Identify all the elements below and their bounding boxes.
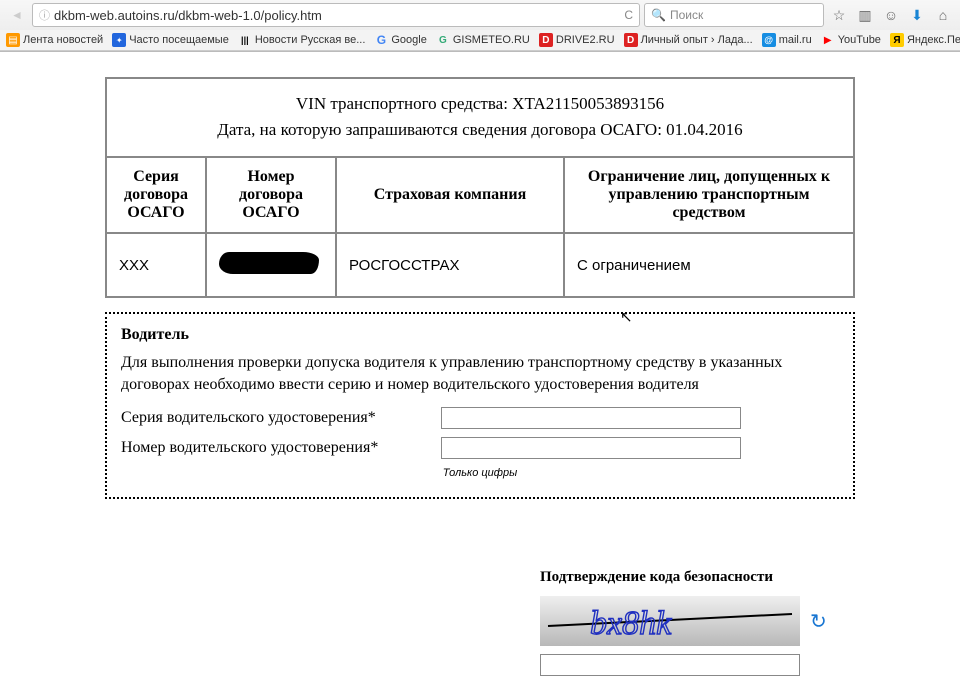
home-icon[interactable]: ⌂ xyxy=(932,4,954,26)
col-series: Серия договора ОСАГО xyxy=(106,157,206,233)
gismeteo-icon: G xyxy=(436,33,450,47)
url-text: dkbm-web.autoins.ru/dkbm-web-1.0/policy.… xyxy=(54,8,322,23)
bookmark-drive2[interactable]: DDRIVE2.RU xyxy=(539,33,615,47)
col-number: Номер договора ОСАГО xyxy=(206,157,336,233)
bookmark-mailru[interactable]: @mail.ru xyxy=(762,33,812,47)
captcha-section: Подтверждение кода безопасности bx8hk ↻ xyxy=(540,569,850,676)
captcha-input[interactable] xyxy=(540,654,800,676)
address-bar-row: ◄ ⓘ dkbm-web.autoins.ru/dkbm-web-1.0/pol… xyxy=(0,0,960,30)
page-content: VIN транспортного средства: XTA211500538… xyxy=(0,52,960,519)
info-icon: ⓘ xyxy=(39,7,50,23)
digits-hint: Только цифры xyxy=(121,467,839,479)
star-icon[interactable]: ☆ xyxy=(828,4,850,26)
bars-icon: ||| xyxy=(238,33,252,47)
back-button[interactable]: ◄ xyxy=(6,4,28,26)
youtube-icon: ▶ xyxy=(821,33,835,47)
cell-restriction: С ограничением xyxy=(564,233,854,297)
driver-text: Для выполнения проверки допуска водителя… xyxy=(121,352,839,395)
url-input[interactable]: ⓘ dkbm-web.autoins.ru/dkbm-web-1.0/polic… xyxy=(32,3,640,27)
cell-number xyxy=(206,233,336,297)
bookmark-rusvesna[interactable]: |||Новости Русская ве... xyxy=(238,33,366,47)
col-company: Страховая компания xyxy=(336,157,564,233)
license-series-input[interactable] xyxy=(441,407,741,429)
bookmark-yandex-translate[interactable]: ЯЯндекс.Переводчик xyxy=(890,33,960,47)
date-line: Дата, на которую запрашиваются сведения … xyxy=(117,117,843,143)
download-icon[interactable]: ⬇ xyxy=(906,4,928,26)
search-input[interactable]: 🔍 Поиск xyxy=(644,3,824,27)
bookmark-news[interactable]: ▤Лента новостей xyxy=(6,33,103,47)
captcha-title: Подтверждение кода безопасности xyxy=(540,569,850,586)
rss-icon: ▤ xyxy=(6,33,20,47)
yandex-icon: Я xyxy=(890,33,904,47)
search-placeholder: Поиск xyxy=(670,8,703,22)
table-row: ХХХ РОСГОССТРАХ С ограничением xyxy=(106,233,854,297)
drive2-icon: D xyxy=(624,33,638,47)
license-series-label: Серия водительского удостоверения* xyxy=(121,409,441,427)
bookmark-frequent[interactable]: ✦Часто посещаемые xyxy=(112,33,229,47)
browser-chrome: ◄ ⓘ dkbm-web.autoins.ru/dkbm-web-1.0/pol… xyxy=(0,0,960,52)
bookmark-google[interactable]: GGoogle xyxy=(374,33,426,47)
cell-series: ХХХ xyxy=(106,233,206,297)
policy-table: VIN транспортного средства: XTA211500538… xyxy=(105,77,855,298)
redacted-number xyxy=(219,252,319,274)
policy-header: VIN транспортного средства: XTA211500538… xyxy=(106,78,854,157)
bookmark-gismeteo[interactable]: GGISMETEO.RU xyxy=(436,33,530,47)
col-restriction: Ограничение лиц, допущенных к управлению… xyxy=(564,157,854,233)
driver-title: Водитель xyxy=(121,326,839,344)
captcha-text: bx8hk xyxy=(590,605,672,642)
captcha-image: bx8hk xyxy=(540,596,800,646)
license-number-input[interactable] xyxy=(441,437,741,459)
vin-line: VIN транспортного средства: XTA211500538… xyxy=(117,91,843,117)
cell-company: РОСГОССТРАХ xyxy=(336,233,564,297)
google-icon: G xyxy=(374,33,388,47)
account-icon[interactable]: ☺ xyxy=(880,4,902,26)
license-number-label: Номер водительского удостоверения* xyxy=(121,439,441,457)
bookmarks-bar: ▤Лента новостей ✦Часто посещаемые |||Нов… xyxy=(0,30,960,51)
library-icon[interactable]: ▥ xyxy=(854,4,876,26)
folder-icon: ✦ xyxy=(112,33,126,47)
drive2-icon: D xyxy=(539,33,553,47)
bookmark-youtube[interactable]: ▶YouTube xyxy=(821,33,881,47)
search-icon: 🔍 xyxy=(651,8,666,22)
bookmark-lada[interactable]: DЛичный опыт › Лада... xyxy=(624,33,753,47)
mailru-icon: @ xyxy=(762,33,776,47)
captcha-refresh-icon[interactable]: ↻ xyxy=(810,609,827,634)
reload-icon[interactable]: C xyxy=(624,8,633,22)
driver-section: Водитель Для выполнения проверки допуска… xyxy=(105,312,855,499)
